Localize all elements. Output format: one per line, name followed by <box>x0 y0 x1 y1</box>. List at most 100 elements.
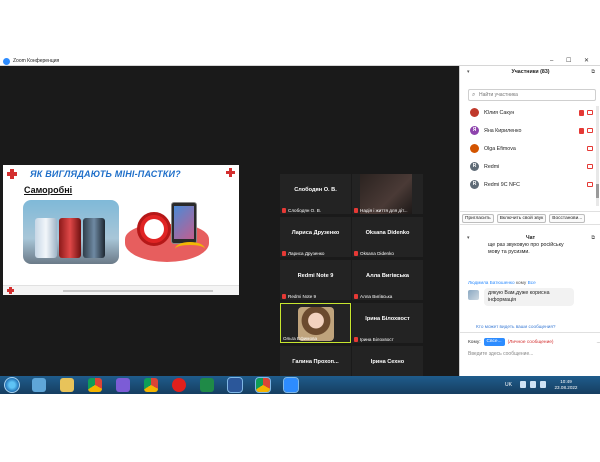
avatar: R <box>470 180 479 189</box>
unmute-self-button[interactable]: Включить свой звук <box>496 214 547 223</box>
red-cross-icon <box>226 168 235 177</box>
slide-photo-cans <box>23 200 119 264</box>
slide-photo-clock-phone <box>121 198 213 268</box>
video-off-icon <box>587 164 593 169</box>
excel-icon[interactable] <box>200 378 214 392</box>
video-tile[interactable]: Надія і життя для діт... <box>352 174 423 214</box>
more-options-button[interactable]: ... <box>597 340 600 345</box>
word-icon[interactable] <box>227 377 243 393</box>
participant-row[interactable]: Я Яна Кириленко <box>466 122 597 140</box>
video-tile[interactable]: Алла Вигівська Алла Вигівська <box>352 260 423 300</box>
mic-muted-icon <box>579 110 584 116</box>
video-tile[interactable]: Ірина Білохвост Ірина Білохвост <box>352 303 423 343</box>
chrome-icon[interactable] <box>255 377 271 393</box>
to-label: Кому: <box>468 339 481 345</box>
video-off-icon <box>587 110 593 115</box>
language-indicator[interactable]: UK <box>505 376 512 394</box>
tile-name: Redmi Note 9 <box>297 273 334 279</box>
tile-label: Ірина Білохвост <box>354 337 394 342</box>
windows-taskbar: UK 10:49 23.08.2022 <box>0 376 600 394</box>
chrome-icon[interactable] <box>88 378 102 392</box>
scrollbar-thumb[interactable] <box>596 184 599 198</box>
participant-row[interactable]: Юлия Сакун <box>466 104 597 122</box>
clock[interactable]: 10:49 23.08.2022 <box>550 379 582 391</box>
tray-arrow-icon[interactable] <box>520 381 526 388</box>
tile-label: Слободян О. В. <box>282 208 321 213</box>
chat-sender-line: Людмила Батюшенко кому Все <box>468 280 536 285</box>
mic-muted-icon <box>354 337 358 342</box>
minimize-button[interactable]: – <box>550 57 553 66</box>
zoom-logo-icon <box>3 58 10 65</box>
video-tile[interactable]: Слободян О. В. Слободян О. В. <box>280 174 351 214</box>
can-image <box>35 218 57 258</box>
participant-row[interactable]: Olga Efimova <box>466 140 597 158</box>
tile-name: Алла Вигівська <box>366 273 409 279</box>
video-tile-active-speaker[interactable]: Ольга Ефимова <box>280 303 351 343</box>
restore-button[interactable]: Восстанови... <box>549 214 586 223</box>
participant-name: Юлия Сакун <box>484 110 515 116</box>
video-area: ЯК ВИГЛЯДАЮТЬ МІНІ-ПАСТКИ? Саморобні Сло… <box>0 66 459 386</box>
video-tile[interactable]: Лариса Друзенко Лариса Друзенко <box>280 217 351 257</box>
slide-subtitle: Саморобні <box>24 185 73 195</box>
network-icon[interactable] <box>530 381 536 388</box>
red-cross-icon <box>7 169 17 179</box>
start-button[interactable] <box>4 377 20 393</box>
popout-icon[interactable]: ⧉ <box>591 66 595 78</box>
slide-footer <box>3 285 239 295</box>
viber-icon[interactable] <box>116 378 130 392</box>
video-off-icon <box>587 182 593 187</box>
chat-message: ще раз звуковую про російську мову та ру… <box>488 242 564 255</box>
title-bar: Zoom Конференция – ☐ ✕ <box>0 57 600 66</box>
slide-title: ЯК ВИГЛЯДАЮТЬ МІНІ-ПАСТКИ? <box>30 169 181 179</box>
volume-icon[interactable] <box>540 381 546 388</box>
slide-footer-line <box>63 290 213 292</box>
explorer-icon[interactable] <box>32 378 46 392</box>
red-cross-icon <box>7 287 14 294</box>
participant-search[interactable]: ⌕ Найти участника <box>468 89 596 101</box>
shared-screen-slide: ЯК ВИГЛЯДАЮТЬ МІНІ-ПАСТКИ? Саморобні <box>3 165 239 295</box>
tile-label: Ольга Ефимова <box>283 336 318 341</box>
participant-row[interactable]: R Redmi 9C NFC <box>466 176 597 194</box>
chevron-down-icon[interactable]: ▾ <box>467 232 470 244</box>
tile-name: Ірина Білохвост <box>365 316 410 322</box>
mic-muted-icon <box>354 294 358 299</box>
chat-input[interactable]: Введите здесь сообщение... <box>468 351 533 357</box>
participant-row[interactable]: R Redmi <box>466 158 597 176</box>
video-tile[interactable]: Oksana Didenko Oksana Didenko <box>352 217 423 257</box>
can-image <box>83 218 105 258</box>
zoom-icon[interactable] <box>283 377 299 393</box>
participants-header: ▾ Участники (83) ⧉ <box>460 66 600 78</box>
chat-bubble: дякую Вам,дуже корисна інформація <box>484 288 574 306</box>
who-can-see-link[interactable]: Кто может видеть ваши сообщения? <box>476 324 556 329</box>
popout-icon[interactable]: ⧉ <box>591 232 595 244</box>
chat-title: Чат <box>525 235 536 241</box>
tile-label: Алла Вигівська <box>354 294 392 299</box>
participants-title: Участники (83) <box>511 69 550 75</box>
tile-label: Надія і життя для діт... <box>354 208 408 213</box>
tile-label: Лариса Друзенко <box>282 251 325 256</box>
video-tile[interactable]: Redmi Note 9 Redmi Note 9 <box>280 260 351 300</box>
invite-button[interactable]: Пригласить <box>462 214 494 223</box>
mic-muted-icon <box>282 208 286 213</box>
tile-name: Слободян О. В. <box>294 187 337 193</box>
mic-muted-icon <box>354 208 358 213</box>
chevron-down-icon[interactable]: ▾ <box>467 66 470 78</box>
can-image <box>59 218 81 258</box>
maximize-button[interactable]: ☐ <box>566 57 571 66</box>
mic-muted-icon <box>579 128 584 134</box>
clock-image <box>137 212 171 246</box>
chat-recipient-line: Кому: Свсе... (Личное сообщение) ... <box>468 338 600 346</box>
window-title: Zoom Конференция <box>13 58 60 64</box>
participant-name: Redmi 9C NFC <box>484 182 520 188</box>
folder-icon[interactable] <box>60 378 74 392</box>
opera-icon[interactable] <box>172 378 186 392</box>
mic-muted-icon <box>282 251 286 256</box>
video-off-icon <box>587 146 593 151</box>
chrome-icon[interactable] <box>144 378 158 392</box>
recipient-select[interactable]: Свсе... <box>483 338 505 346</box>
close-button[interactable]: ✕ <box>584 57 589 66</box>
participant-scrollbar[interactable] <box>596 106 599 206</box>
participant-list: Юлия Сакун Я Яна Кириленко Olga Efimova … <box>466 104 597 194</box>
avatar <box>468 290 479 300</box>
phone-image <box>171 202 197 244</box>
